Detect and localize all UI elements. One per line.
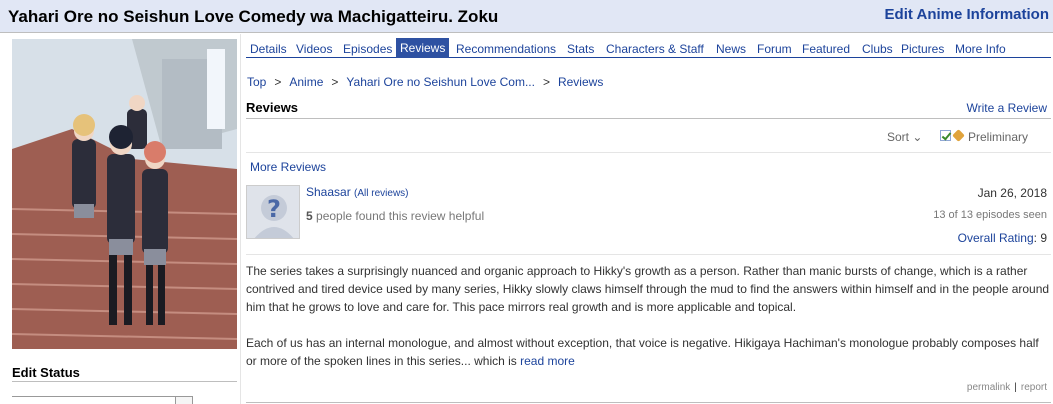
chevron-down-icon: ⌄ [912,130,923,144]
episodes-seen: 13 of 13 episodes seen [933,209,1047,221]
review-divider [246,254,1051,255]
tab-forum[interactable]: Forum [753,41,796,57]
anime-cover-image[interactable] [12,39,237,349]
tab-pictures[interactable]: Pictures [897,41,948,57]
breadcrumb: Top > Anime > Yahari Ore no Seishun Love Com… [247,75,603,89]
tab-more-info[interactable]: More Info [951,41,1010,57]
preliminary-label: Preliminary [968,130,1029,144]
overall-rating-value: 9 [1040,231,1047,245]
breadcrumb-anime[interactable]: Anime [289,75,323,89]
review-paragraph: Each of us has an internal monologue, an… [246,336,1039,368]
column-divider [240,34,241,404]
breadcrumb-separator: > [542,75,550,89]
breadcrumb-separator: > [331,75,339,89]
read-more-link[interactable]: read more [520,354,575,368]
status-dropdown[interactable] [12,396,175,404]
cover-illustration [12,39,237,349]
tab-clubs[interactable]: Clubs [858,41,897,57]
preliminary-checkbox[interactable] [940,130,951,141]
tab-characters-staff[interactable]: Characters & Staff [602,41,708,57]
review-bottom-divider [246,402,1051,403]
review-paragraph: The series takes a surprisingly nuanced … [246,264,1050,314]
svg-text:?: ? [267,195,281,223]
helpful-number: 5 [306,209,313,223]
tab-details[interactable]: Details [246,41,291,57]
default-avatar-icon: ? [247,186,299,238]
title-bar: Yahari Ore no Seishun Love Comedy wa Mac… [0,0,1053,33]
reviews-header: Reviews Write a Review [246,100,1051,119]
reviewer-info: Shaasar (All reviews) [306,185,409,199]
helpful-count: 5 people found this review helpful [306,209,484,223]
overall-rating: Overall Rating: 9 [957,231,1047,245]
anime-nav-tabs: Details Videos Episodes Reviews Recommen… [246,38,1051,58]
tab-stats[interactable]: Stats [563,41,598,57]
edit-status-heading: Edit Status [12,365,80,380]
breadcrumb-separator: > [274,75,282,89]
tab-reviews[interactable]: Reviews [396,38,450,58]
tab-episodes[interactable]: Episodes [339,41,396,57]
permalink-link[interactable]: permalink [967,382,1010,393]
overall-rating-label: Overall Rating [957,231,1034,245]
edit-status-divider [12,381,237,382]
review-footer-links: permalink | report [966,382,1047,393]
status-dropdown-button[interactable] [175,396,193,404]
sort-dropdown[interactable]: Sort ⌄ [887,130,922,144]
breadcrumb-reviews[interactable]: Reviews [558,75,603,89]
edit-anime-information-link[interactable]: Edit Anime Information [885,6,1049,23]
tab-videos[interactable]: Videos [292,41,336,57]
review-date: Jan 26, 2018 [977,186,1047,200]
tag-icon [952,129,965,142]
anime-title: Yahari Ore no Seishun Love Comedy wa Mac… [8,7,499,26]
tab-recommendations[interactable]: Recommendations [452,41,560,57]
report-link[interactable]: report [1021,382,1047,393]
more-reviews-link[interactable]: More Reviews [250,160,326,174]
review-filter-row: Sort ⌄ Preliminary [246,129,1051,153]
reviews-heading: Reviews [246,100,299,115]
tab-news[interactable]: News [712,41,750,57]
reviewer-name-link[interactable]: Shaasar [306,185,351,199]
helpful-text: people found this review helpful [316,209,485,223]
tab-featured[interactable]: Featured [798,41,854,57]
reviewer-avatar[interactable]: ? [246,185,300,239]
review-text: The series takes a surprisingly nuanced … [246,262,1051,388]
breadcrumb-top[interactable]: Top [247,75,266,89]
left-sidebar: Edit Status [0,34,240,404]
sort-label: Sort [887,130,910,144]
breadcrumb-anime-title[interactable]: Yahari Ore no Seishun Love Com... [346,75,535,89]
all-reviews-link[interactable]: (All reviews) [354,188,408,199]
write-review-link[interactable]: Write a Review [967,101,1047,115]
